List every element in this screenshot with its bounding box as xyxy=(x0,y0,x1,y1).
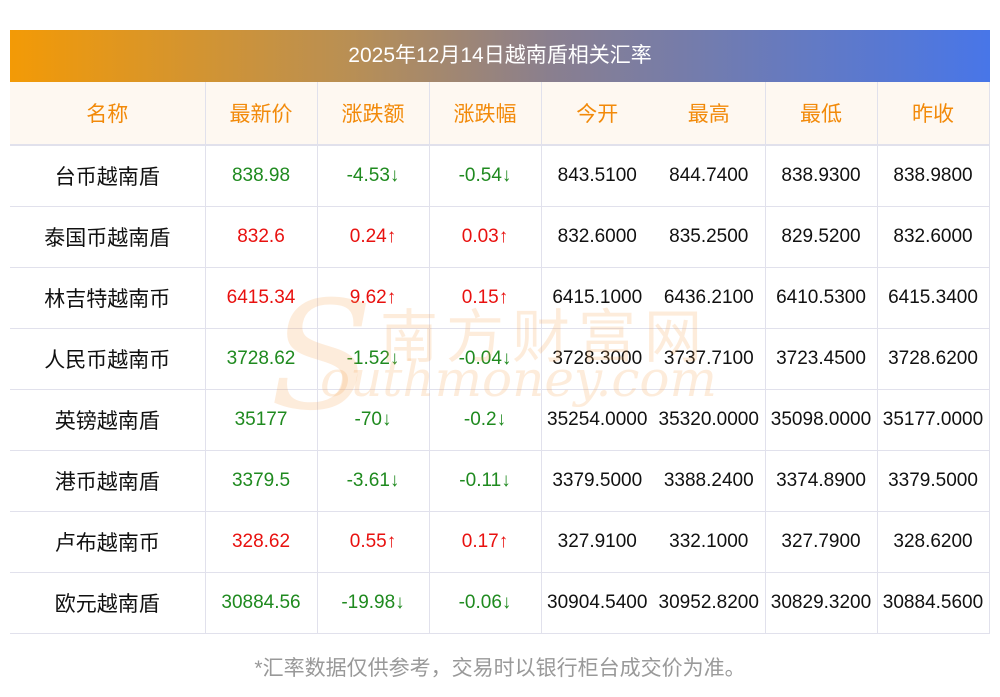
cell-name: 欧元越南盾 xyxy=(10,572,206,634)
cell-price: 35177 xyxy=(205,389,318,451)
cell-price: 838.98 xyxy=(205,145,318,207)
cell-high: 844.7400 xyxy=(653,145,766,207)
cell-price: 3379.5 xyxy=(205,450,318,512)
cell-open: 3728.3000 xyxy=(541,328,653,390)
cell-low: 829.5200 xyxy=(765,206,878,268)
table-row: 卢布越南币 328.62 0.55↑ 0.17↑ 327.9100 332.1000 327… xyxy=(10,511,990,573)
cell-pct: -0.04↓ xyxy=(429,328,542,390)
cell-pct: -0.2↓ xyxy=(429,389,542,451)
cell-high: 6436.2100 xyxy=(653,267,766,329)
cell-price: 30884.56 xyxy=(205,572,318,634)
disclaimer: *汇率数据仅供参考，交易时以银行柜台成交价为准。 xyxy=(254,657,746,680)
cell-name: 林吉特越南币 xyxy=(10,267,206,329)
cell-chg: -19.98↓ xyxy=(317,572,430,634)
cell-prev: 328.6200 xyxy=(877,511,990,573)
column-header: 最新价 xyxy=(205,82,318,146)
cell-chg: -4.53↓ xyxy=(317,145,430,207)
cell-high: 332.1000 xyxy=(653,511,766,573)
cell-high: 3388.2400 xyxy=(653,450,766,512)
column-header: 最低 xyxy=(765,82,878,146)
table-row: 人民币越南币 3728.62 -1.52↓ -0.04↓ 3728.3000 3737.7… xyxy=(10,328,990,390)
cell-price: 3728.62 xyxy=(205,328,318,390)
cell-low: 838.9300 xyxy=(765,145,878,207)
cell-pct: 0.17↑ xyxy=(429,511,542,573)
cell-low: 3723.4500 xyxy=(765,328,878,390)
cell-prev: 6415.3400 xyxy=(877,267,990,329)
cell-name: 人民币越南币 xyxy=(10,328,206,390)
exchange-rate-table: 名称 最新价 涨跌额 涨跌幅 今开 最高 最低 昨收 台币越南盾 838.98 -4.53↓ -0.… xyxy=(10,82,990,634)
cell-pct: -0.54↓ xyxy=(429,145,542,207)
column-header: 昨收 xyxy=(877,82,990,146)
cell-open: 30904.5400 xyxy=(541,572,653,634)
table-row: 港币越南盾 3379.5 -3.61↓ -0.11↓ 3379.5000 3388.240… xyxy=(10,450,990,512)
cell-low: 327.7900 xyxy=(765,511,878,573)
cell-prev: 3379.5000 xyxy=(877,450,990,512)
cell-prev: 3728.6200 xyxy=(877,328,990,390)
cell-name: 台币越南盾 xyxy=(10,145,206,207)
page-title: 2025年12月14日越南盾相关汇率 xyxy=(10,30,990,82)
cell-high: 3737.7100 xyxy=(653,328,766,390)
cell-open: 6415.1000 xyxy=(541,267,653,329)
table-row: 泰国币越南盾 832.6 0.24↑ 0.03↑ 832.6000 835.2500 829… xyxy=(10,206,990,268)
cell-price: 6415.34 xyxy=(205,267,318,329)
cell-open: 327.9100 xyxy=(541,511,653,573)
cell-chg: -1.52↓ xyxy=(317,328,430,390)
cell-pct: -0.06↓ xyxy=(429,572,542,634)
column-header: 名称 xyxy=(10,82,206,146)
cell-prev: 832.6000 xyxy=(877,206,990,268)
cell-chg: 9.62↑ xyxy=(317,267,430,329)
cell-low: 30829.3200 xyxy=(765,572,878,634)
table-row: 欧元越南盾 30884.56 -19.98↓ -0.06↓ 30904.5400 3095… xyxy=(10,572,990,634)
cell-high: 35320.0000 xyxy=(653,389,766,451)
cell-low: 3374.8900 xyxy=(765,450,878,512)
cell-name: 泰国币越南盾 xyxy=(10,206,206,268)
column-header: 涨跌额 xyxy=(317,82,430,146)
cell-open: 832.6000 xyxy=(541,206,653,268)
cell-chg: -70↓ xyxy=(317,389,430,451)
cell-pct: 0.15↑ xyxy=(429,267,542,329)
cell-prev: 35177.0000 xyxy=(877,389,990,451)
cell-pct: 0.03↑ xyxy=(429,206,542,268)
cell-name: 英镑越南盾 xyxy=(10,389,206,451)
cell-name: 卢布越南币 xyxy=(10,511,206,573)
cell-prev: 838.9800 xyxy=(877,145,990,207)
cell-chg: -3.61↓ xyxy=(317,450,430,512)
cell-price: 328.62 xyxy=(205,511,318,573)
cell-high: 30952.8200 xyxy=(653,572,766,634)
cell-high: 835.2500 xyxy=(653,206,766,268)
column-header: 今开 xyxy=(541,82,653,146)
cell-price: 832.6 xyxy=(205,206,318,268)
cell-open: 35254.0000 xyxy=(541,389,653,451)
cell-name: 港币越南盾 xyxy=(10,450,206,512)
column-header: 最高 xyxy=(653,82,766,146)
cell-chg: 0.55↑ xyxy=(317,511,430,573)
cell-pct: -0.11↓ xyxy=(429,450,542,512)
cell-low: 6410.5300 xyxy=(765,267,878,329)
table-row: 台币越南盾 838.98 -4.53↓ -0.54↓ 843.5100 844.7400 8… xyxy=(10,145,990,207)
table-row: 英镑越南盾 35177 -70↓ -0.2↓ 35254.0000 35320.0000 3… xyxy=(10,389,990,451)
cell-open: 843.5100 xyxy=(541,145,653,207)
column-header: 涨跌幅 xyxy=(429,82,542,146)
cell-prev: 30884.5600 xyxy=(877,572,990,634)
cell-open: 3379.5000 xyxy=(541,450,653,512)
table-row: 林吉特越南币 6415.34 9.62↑ 0.15↑ 6415.1000 6436.210… xyxy=(10,267,990,329)
cell-chg: 0.24↑ xyxy=(317,206,430,268)
cell-low: 35098.0000 xyxy=(765,389,878,451)
